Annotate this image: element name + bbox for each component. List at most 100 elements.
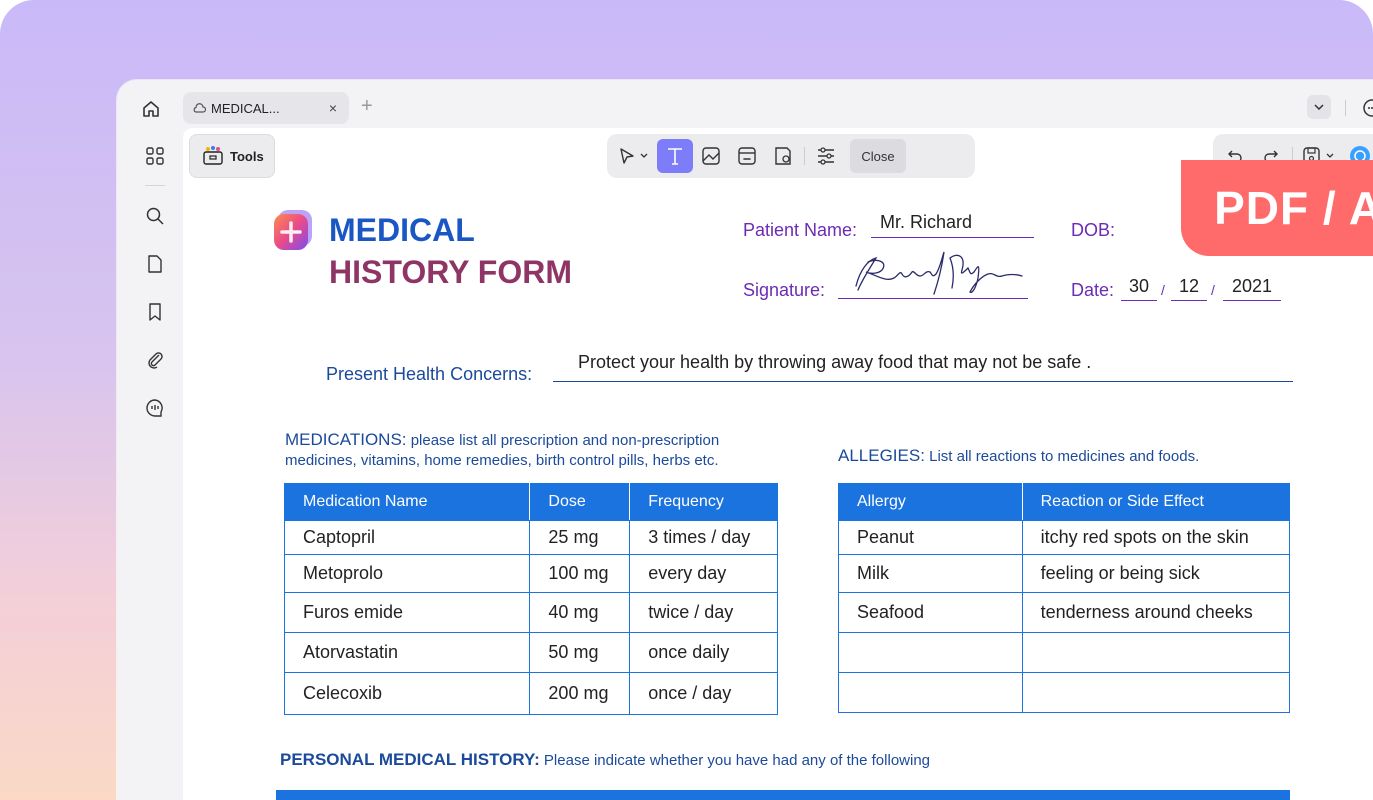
table-cell[interactable]: 50 mg [529, 632, 631, 673]
new-tab-icon[interactable]: + [361, 95, 373, 118]
table-cell[interactable]: Atorvastatin [283, 632, 531, 673]
date-separator: / [1161, 282, 1165, 298]
column-header: Frequency [629, 483, 778, 521]
toolbar-divider [804, 147, 805, 165]
toolbox-icon [202, 145, 224, 167]
table-cell[interactable]: Captopril [283, 520, 531, 555]
attachment-icon[interactable] [143, 348, 167, 372]
allergies-title: ALLEGIES: [838, 446, 925, 465]
table-cell[interactable]: 100 mg [529, 554, 631, 593]
link-icon [738, 147, 756, 165]
table-cell[interactable]: Metoprolo [283, 554, 531, 593]
dob-label: DOB: [1071, 220, 1116, 240]
tab-title: MEDICAL... [211, 100, 280, 116]
table-cell[interactable]: once daily [629, 632, 778, 673]
medications-heading: MEDICATIONS: please list all prescriptio… [285, 430, 795, 471]
properties-tool[interactable] [808, 139, 844, 173]
handwritten-signature [855, 251, 1023, 295]
table-row: Seafood tenderness around cheeks [838, 592, 1291, 633]
table-cell[interactable]: itchy red spots on the skin [1021, 520, 1291, 555]
edit-toolbar: Close [607, 134, 975, 178]
select-tool[interactable] [607, 139, 657, 173]
form-title-line1: MEDICAL [329, 212, 475, 248]
table-row: Captopril 25 mg 3 times / day [283, 520, 778, 555]
sidebar [127, 130, 183, 800]
tools-button[interactable]: Tools [189, 134, 275, 178]
medical-logo-icon [272, 208, 316, 252]
table-cell[interactable]: Furos emide [283, 592, 531, 633]
more-icon[interactable] [1361, 97, 1373, 119]
document-area: MEDICAL HISTORY FORM Patient Name: Mr. R… [183, 128, 1373, 800]
app-window: MEDICAL... × + MEDICAL HISTORY FORM Pati… [117, 80, 1373, 800]
allergies-description: List all reactions to medicines and food… [924, 448, 1200, 465]
table-cell[interactable]: twice / day [629, 592, 778, 633]
column-header: Reaction or Side Effect [1021, 483, 1291, 521]
signature-label: Signature: [743, 280, 826, 300]
table-row: Furos emide 40 mg twice / day [283, 592, 778, 633]
table-header-bar [276, 790, 1290, 800]
column-header: Medication Name [283, 483, 531, 521]
table-cell[interactable]: 200 mg [529, 672, 631, 715]
table-row: Milk feeling or being sick [838, 554, 1291, 593]
table-row: Peanut itchy red spots on the skin [838, 520, 1291, 555]
comment-icon[interactable] [143, 396, 167, 420]
table-row [838, 672, 1291, 713]
table-cell[interactable]: every day [629, 554, 778, 593]
close-edit-button[interactable]: Close [850, 139, 906, 173]
table-cell[interactable]: feeling or being sick [1021, 554, 1291, 593]
text-tool[interactable] [657, 139, 693, 173]
bookmark-icon[interactable] [143, 300, 167, 324]
divider [1345, 100, 1346, 116]
table-cell[interactable] [838, 632, 1023, 673]
tab-medical[interactable]: MEDICAL... × [183, 92, 349, 124]
table-cell[interactable]: once / day [629, 672, 778, 715]
table-cell[interactable] [1021, 672, 1291, 713]
page-icon[interactable] [143, 252, 167, 276]
personal-history-description: Please indicate whether you have had any… [539, 752, 931, 769]
date-label: Date: [1071, 280, 1115, 300]
pdf-a-badge: PDF / A [1181, 160, 1373, 256]
patient-name-field[interactable]: Mr. Richard [871, 212, 1034, 238]
image-icon [702, 147, 720, 165]
table-cell[interactable]: 3 times / day [629, 520, 778, 555]
sliders-icon [818, 147, 834, 165]
medications-title: MEDICATIONS: [285, 430, 407, 449]
column-header: Dose [529, 483, 631, 521]
table-cell[interactable]: 25 mg [529, 520, 631, 555]
home-icon[interactable] [139, 97, 163, 121]
table-cell[interactable]: Milk [838, 554, 1023, 593]
table-cell[interactable]: Celecoxib [283, 672, 531, 715]
table-header-row: Allergy Reaction or Side Effect [838, 483, 1291, 521]
table-cell[interactable] [838, 672, 1023, 713]
concerns-label: Present Health Concerns: [326, 364, 533, 384]
date-separator: / [1211, 282, 1215, 298]
signature-field[interactable] [838, 248, 1028, 299]
text-icon [668, 148, 682, 165]
allergies-heading: ALLEGIES: List all reactions to medicine… [838, 446, 1318, 466]
date-day-field[interactable]: 30 [1121, 276, 1157, 301]
form-title-line2: HISTORY FORM [329, 254, 572, 290]
search-icon[interactable] [143, 204, 167, 228]
table-cell[interactable]: 40 mg [529, 592, 631, 633]
concerns-field[interactable]: Protect your health by throwing away foo… [553, 350, 1293, 382]
image-tool[interactable] [693, 139, 729, 173]
date-month-field[interactable]: 12 [1171, 276, 1207, 301]
date-year-field[interactable]: 2021 [1223, 276, 1281, 301]
chevron-down-icon[interactable] [1307, 95, 1331, 119]
column-header: Allergy [838, 483, 1023, 521]
table-cell[interactable]: Seafood [838, 592, 1023, 633]
table-cell[interactable]: tenderness around cheeks [1021, 592, 1291, 633]
sidebar-divider [145, 185, 165, 186]
personal-history-heading: PERSONAL MEDICAL HISTORY: Please indicat… [280, 750, 930, 770]
close-tab-icon[interactable]: × [323, 100, 343, 116]
cursor-icon [620, 148, 648, 164]
table-cell[interactable]: Peanut [838, 520, 1023, 555]
watermark-icon [775, 147, 791, 165]
table-cell[interactable] [1021, 632, 1291, 673]
thumbnails-icon[interactable] [143, 144, 167, 168]
table-header-row: Medication Name Dose Frequency [283, 483, 778, 521]
allergies-table: Allergy Reaction or Side Effect Peanut it… [838, 483, 1291, 713]
link-tool[interactable] [729, 139, 765, 173]
watermark-tool[interactable] [765, 139, 801, 173]
table-row: Atorvastatin 50 mg once daily [283, 632, 778, 673]
